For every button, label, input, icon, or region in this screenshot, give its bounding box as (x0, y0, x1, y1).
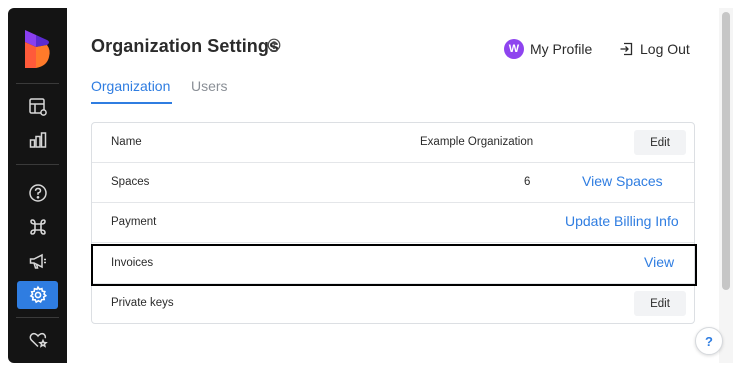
help-button[interactable]: ? (695, 327, 723, 355)
logout-button[interactable]: Log Out (619, 39, 690, 59)
bar-chart-icon (29, 132, 46, 148)
active-tab-indicator (91, 102, 172, 104)
view-invoices-link[interactable]: View (644, 254, 674, 270)
command-icon (29, 219, 46, 235)
sidebar-item-shortcuts[interactable] (17, 213, 58, 241)
tab-users[interactable]: Users (191, 78, 228, 94)
settings-row-payment: Payment Update Billing Info (92, 203, 694, 243)
page-title: Organization Settings (91, 36, 280, 56)
row-label: Invoices (111, 257, 154, 269)
sidebar-item-settings[interactable] (17, 281, 58, 309)
organization-settings-table: Name Example Organization Edit Spaces 6 … (91, 122, 695, 324)
sidebar-divider (16, 164, 59, 165)
table-settings-icon (28, 98, 47, 116)
sidebar-item-data[interactable] (17, 93, 58, 121)
logout-label: Log Out (640, 41, 690, 57)
row-label: Spaces (111, 176, 150, 188)
edit-private-keys-button[interactable]: Edit (634, 291, 686, 316)
view-spaces-link[interactable]: View Spaces (582, 173, 663, 189)
logout-icon (620, 42, 633, 56)
sidebar (8, 8, 67, 363)
sidebar-divider (16, 83, 59, 84)
sidebar-divider (16, 317, 59, 318)
sidebar-item-favorites[interactable] (17, 326, 58, 354)
budibase-logo-icon[interactable] (25, 30, 51, 68)
settings-row-name: Name Example Organization Edit (92, 123, 694, 163)
my-profile-label: My Profile (530, 41, 593, 57)
settings-row-invoices: Invoices View (92, 244, 694, 284)
help-circle-icon (28, 184, 47, 202)
row-value: Example Organization (420, 136, 534, 148)
row-label: Private keys (111, 297, 174, 309)
avatar: W (504, 39, 524, 59)
app-window: Organization Settings W My Profile Log O… (0, 0, 740, 371)
edit-name-button[interactable]: Edit (634, 130, 686, 155)
settings-row-spaces: Spaces 6 View Spaces (92, 163, 694, 203)
sidebar-item-help[interactable] (17, 179, 58, 207)
update-billing-info-link[interactable]: Update Billing Info (565, 213, 679, 229)
tab-organization[interactable]: Organization (91, 78, 170, 94)
sidebar-item-announcements[interactable] (17, 247, 58, 275)
help-circle-icon[interactable] (267, 38, 281, 52)
scrollbar-thumb[interactable] (722, 12, 730, 290)
row-label: Payment (111, 216, 157, 228)
row-label: Name (111, 136, 142, 148)
heart-star-icon (29, 332, 48, 348)
settings-row-private-keys: Private keys Edit (92, 284, 694, 324)
gear-icon (29, 285, 47, 304)
sidebar-item-analytics[interactable] (17, 126, 58, 154)
row-value: 6 (524, 176, 531, 188)
my-profile-button[interactable]: W My Profile (504, 38, 592, 60)
megaphone-icon (29, 253, 46, 269)
